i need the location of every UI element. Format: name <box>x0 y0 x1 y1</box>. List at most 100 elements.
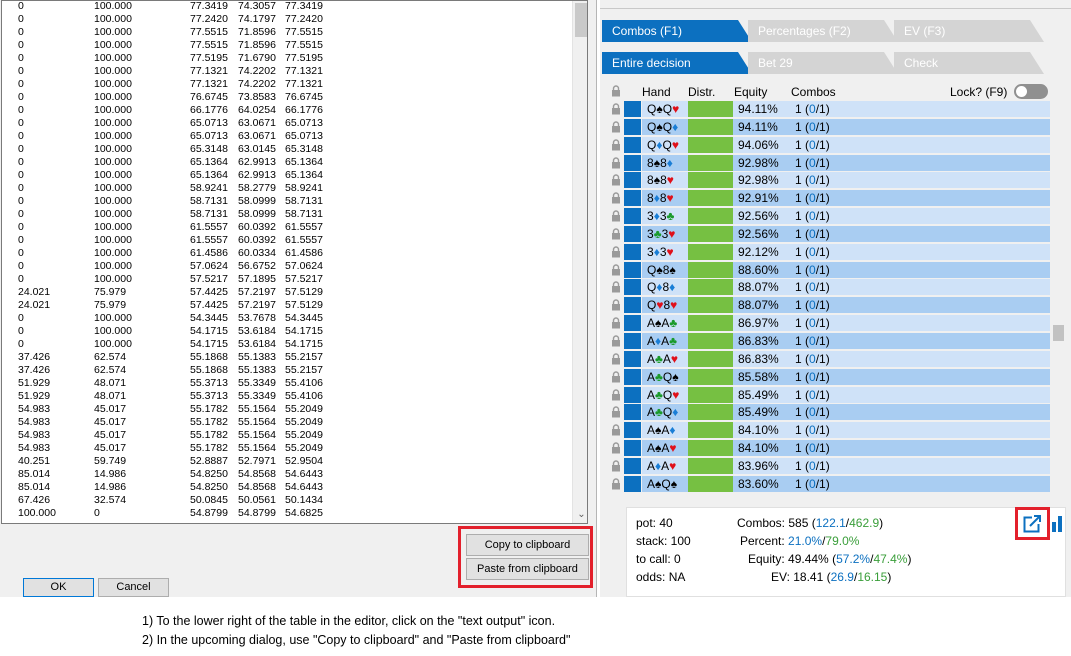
ok-button[interactable]: OK <box>23 578 94 597</box>
hand-row[interactable]: A♦A♣ 86.83% 1 (0/1) <box>608 332 1050 349</box>
rank: 8 <box>647 155 654 170</box>
equity-cell: 84.10% <box>733 440 789 457</box>
lock-icon[interactable] <box>611 388 621 401</box>
grid-header: Hand Distr. Equity Combos Lock? (F9) <box>608 83 1053 100</box>
text-cell: 0 <box>18 39 24 51</box>
tab-ev[interactable]: EV (F3) <box>894 20 1044 42</box>
lock-icon[interactable] <box>611 424 621 436</box>
text-line: 37.426 62.574 55.1868 55.1383 55.2157 <box>18 364 338 377</box>
row-marker <box>624 279 641 296</box>
combo-bet-count: 0 <box>809 369 816 384</box>
distr-cell <box>688 350 733 367</box>
hand-cell: A♠A♣ <box>642 315 688 332</box>
hand-cell: A♣Q♥ <box>642 386 688 403</box>
combo-bet-count: 0 <box>809 173 816 188</box>
scroll-down-arrow-icon[interactable]: ⌄ <box>573 509 587 521</box>
combos-column-header[interactable]: Combos <box>791 85 836 99</box>
hand-row[interactable]: Q♠Q♦ 94.11% 1 (0/1) <box>608 118 1050 135</box>
lock-icon[interactable] <box>611 139 621 151</box>
text-cell: 66.1776 <box>190 104 228 116</box>
lock-icon[interactable] <box>611 174 621 186</box>
hand-row[interactable]: 3♦3♣ 92.56% 1 (0/1) <box>608 208 1050 225</box>
text-line: 0 100.000 66.1776 64.0254 66.1776 <box>18 104 338 117</box>
lock-icon[interactable] <box>611 335 621 347</box>
lock-icon[interactable] <box>611 353 621 365</box>
combo-rest: /1) <box>815 209 830 224</box>
tab-bet-29[interactable]: Bet 29 <box>748 52 898 74</box>
hand-row[interactable]: A♦A♥ 83.96% 1 (0/1) <box>608 457 1050 474</box>
tab-entire-decision[interactable]: Entire decision <box>602 52 752 74</box>
text-cell: 0 <box>18 117 24 129</box>
hand-row[interactable]: Q♥8♥ 88.07% 1 (0/1) <box>608 297 1050 314</box>
hand-row[interactable]: A♠A♦ 84.10% 1 (0/1) <box>608 422 1050 439</box>
hand-row[interactable]: 3♦3♥ 92.12% 1 (0/1) <box>608 243 1050 260</box>
tab-percentages[interactable]: Percentages (F2) <box>748 20 898 42</box>
lock-icon[interactable] <box>611 210 621 222</box>
hand-row[interactable]: 8♦8♥ 92.91% 1 (0/1) <box>608 190 1050 207</box>
tab-combos[interactable]: Combos (F1) <box>602 20 752 42</box>
hand-column-header[interactable]: Hand <box>642 85 671 99</box>
text-cell: 0 <box>94 507 100 519</box>
bar-chart-icon[interactable] <box>1052 514 1064 532</box>
hand-row[interactable]: 8♠8♦ 92.98% 1 (0/1) <box>608 154 1050 171</box>
combo-rest: /1) <box>815 155 830 170</box>
hand-row[interactable]: A♠A♥ 84.10% 1 (0/1) <box>608 440 1050 457</box>
tab-check[interactable]: Check <box>894 52 1044 74</box>
hand-row[interactable]: Q♠Q♥ 94.11% 1 (0/1) <box>608 101 1050 117</box>
hand-row[interactable]: 3♣3♥ 92.56% 1 (0/1) <box>608 225 1050 242</box>
distr-column-header[interactable]: Distr. <box>688 85 715 99</box>
lock-icon[interactable] <box>611 156 621 169</box>
lock-toggle[interactable] <box>1014 84 1048 99</box>
hand-row[interactable]: Q♦8♦ 88.07% 1 (0/1) <box>608 279 1050 296</box>
paste-from-clipboard-button[interactable]: Paste from clipboard <box>466 558 589 580</box>
scrollbar-thumb[interactable] <box>575 3 587 37</box>
cancel-button[interactable]: Cancel <box>98 578 169 597</box>
distr-cell <box>688 368 733 385</box>
ev-stat-label: EV: <box>771 570 790 584</box>
hand-row[interactable]: A♣Q♥ 85.49% 1 (0/1) <box>608 386 1050 403</box>
hand-row[interactable]: A♣Q♦ 85.49% 1 (0/1) <box>608 404 1050 421</box>
lock-icon[interactable] <box>611 192 621 204</box>
text-line: 54.983 45.017 55.1782 55.1564 55.2049 <box>18 442 338 455</box>
lock-icon[interactable] <box>611 299 621 311</box>
text-line: 0 100.000 77.1321 74.2202 77.1321 <box>18 65 338 78</box>
text-area-scrollbar[interactable]: ⌄ <box>572 1 587 523</box>
text-output-icon[interactable] <box>1023 514 1042 533</box>
combo-count: 1 ( <box>795 441 810 456</box>
rank: Q <box>662 405 673 420</box>
hand-row[interactable]: Q♠8♠ 88.60% 1 (0/1) <box>608 261 1050 278</box>
text-cell: 52.9504 <box>285 455 323 467</box>
lock-icon[interactable] <box>611 246 621 258</box>
lock-icon[interactable] <box>611 442 621 454</box>
grid-scrollbar-thumb[interactable] <box>1053 325 1064 341</box>
lock-icon[interactable] <box>611 103 621 115</box>
lock-icon[interactable] <box>611 121 621 133</box>
lock-icon[interactable] <box>611 317 621 329</box>
text-line: 0 100.000 77.2420 74.1797 77.2420 <box>18 13 338 26</box>
lock-icon[interactable] <box>611 370 621 383</box>
hand-row[interactable]: Q♦Q♥ 94.06% 1 (0/1) <box>608 136 1050 153</box>
text-cell: 57.5129 <box>285 286 323 298</box>
lock-icon[interactable] <box>611 228 621 240</box>
copy-to-clipboard-button[interactable]: Copy to clipboard <box>466 534 589 556</box>
rank: 8 <box>660 173 667 188</box>
text-output-area[interactable]: 0 100.000 77.3419 74.3057 77.3419 0 100.000 77.… <box>1 0 588 524</box>
hand-row[interactable]: A♣A♥ 86.83% 1 (0/1) <box>608 350 1050 367</box>
lock-icon[interactable] <box>611 281 621 293</box>
equity-cell: 94.11% <box>733 101 789 117</box>
text-cell: 54.6443 <box>285 481 323 493</box>
hand-row[interactable]: A♠A♣ 86.97% 1 (0/1) <box>608 315 1050 332</box>
hand-row[interactable]: 8♠8♥ 92.98% 1 (0/1) <box>608 172 1050 189</box>
row-marker <box>624 404 641 421</box>
lock-icon[interactable] <box>611 263 621 276</box>
text-cell: 100.000 <box>94 13 132 25</box>
stack-text: stack: 100 <box>636 534 691 548</box>
grid-scrollbar[interactable] <box>1051 101 1066 502</box>
lock-icon[interactable] <box>611 478 621 490</box>
equity-cell: 88.60% <box>733 261 789 278</box>
hand-row[interactable]: A♣Q♠ 85.58% 1 (0/1) <box>608 368 1050 385</box>
lock-icon[interactable] <box>611 460 621 472</box>
hand-row[interactable]: A♠Q♠ 83.60% 1 (0/1) <box>608 475 1050 492</box>
lock-icon[interactable] <box>611 406 621 418</box>
equity-column-header[interactable]: Equity <box>734 85 767 99</box>
